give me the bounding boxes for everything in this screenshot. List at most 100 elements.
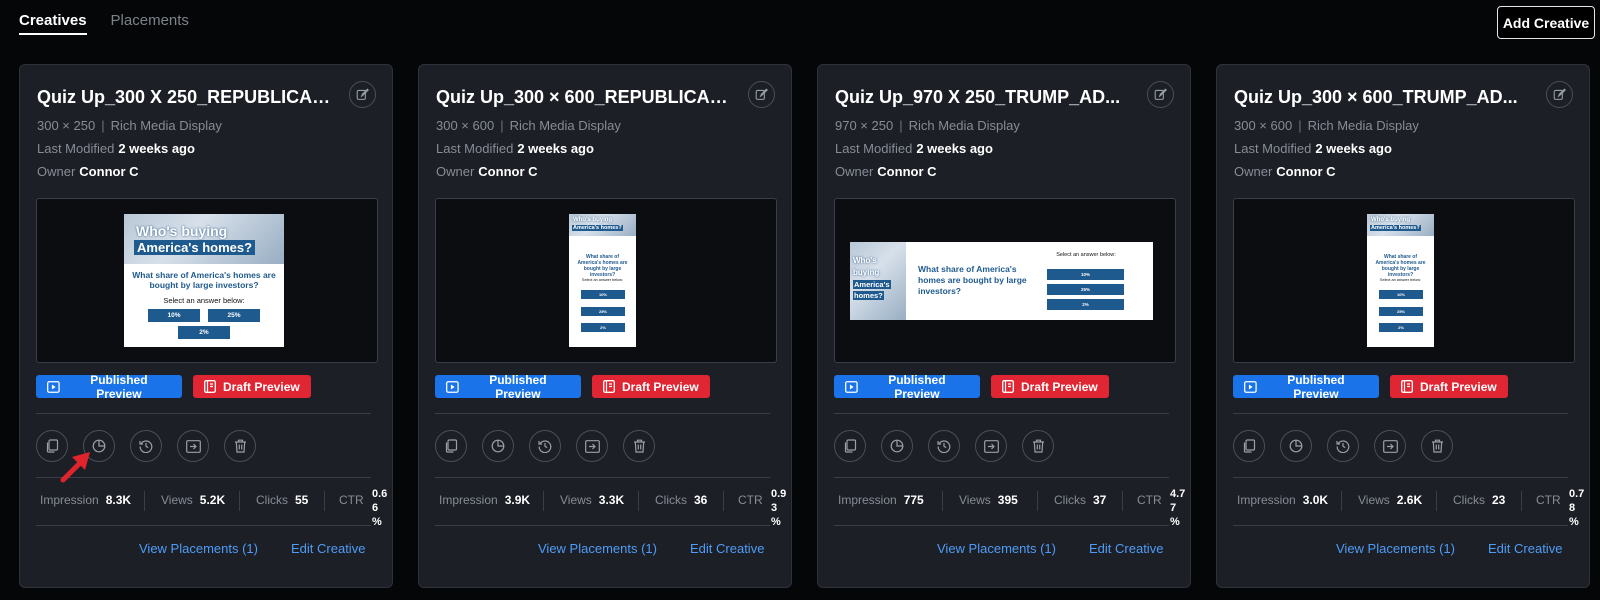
- stat-separator: [239, 491, 240, 511]
- delete-button[interactable]: [1421, 430, 1453, 462]
- tab-creatives[interactable]: Creatives: [19, 12, 87, 35]
- owner: Owner Connor C: [37, 164, 139, 179]
- ad-answer-option: 2%: [581, 323, 625, 332]
- ad-answer-option: 25%: [1047, 284, 1124, 295]
- export-icon: [584, 439, 600, 453]
- ctr-label: CTR: [339, 493, 364, 507]
- play-icon: [845, 380, 858, 393]
- impression-stat: Impression 775: [838, 493, 924, 507]
- impression-value: 775: [903, 493, 924, 507]
- export-button[interactable]: [177, 430, 209, 462]
- play-icon: [47, 380, 60, 393]
- draft-preview-button[interactable]: Draft Preview: [193, 375, 311, 398]
- draft-preview-button[interactable]: Draft Preview: [991, 375, 1109, 398]
- export-icon: [1382, 439, 1398, 453]
- last-modified: Last Modified 2 weeks ago: [436, 141, 594, 156]
- creative-card: Quiz Up_300 X 250_REPUBLICANS 300 × 250 |…: [19, 64, 393, 588]
- creative-thumbnail[interactable]: Who's buying America's homes? What share o…: [435, 198, 777, 363]
- history-button[interactable]: [928, 430, 960, 462]
- impression-stat: Impression 8.3K: [40, 493, 131, 507]
- published-preview-button[interactable]: Published Preview: [36, 373, 182, 401]
- history-button[interactable]: [130, 430, 162, 462]
- edit-creative-link[interactable]: Edit Creative: [1089, 541, 1163, 556]
- view-placements-link[interactable]: View Placements (1): [139, 541, 258, 556]
- preview-buttons: Published Preview Draft Preview: [435, 373, 710, 401]
- ad-headline-2: America's homes?: [1370, 225, 1421, 231]
- creative-card: Quiz Up_970 X 250_TRUMP_AD... 970 × 250 |…: [817, 64, 1191, 588]
- delete-button[interactable]: [623, 430, 655, 462]
- owner-label: Owner: [436, 164, 475, 179]
- stat-separator: [1341, 491, 1342, 511]
- creative-thumbnail[interactable]: Who's buying America's homes? What share o…: [1233, 198, 1575, 363]
- ctr-value: 0.93 %: [771, 488, 787, 528]
- edit-title-button[interactable]: [1147, 81, 1174, 108]
- ctr-value: 0.78 %: [1569, 488, 1585, 528]
- analytics-button[interactable]: [881, 430, 913, 462]
- meta-separator: |: [1298, 118, 1302, 133]
- last-modified: Last Modified 2 weeks ago: [37, 141, 195, 156]
- add-creative-button[interactable]: Add Creative: [1497, 6, 1595, 39]
- duplicate-button[interactable]: [1233, 430, 1265, 462]
- ad-headline-2: buying: [853, 268, 880, 277]
- stat-separator: [638, 491, 639, 511]
- divider: [1233, 525, 1568, 526]
- draft-preview-button[interactable]: Draft Preview: [592, 375, 710, 398]
- edit-title-button[interactable]: [1546, 81, 1573, 108]
- history-button[interactable]: [529, 430, 561, 462]
- published-preview-button[interactable]: Published Preview: [435, 373, 581, 401]
- history-icon: [1336, 440, 1350, 453]
- export-icon: [983, 439, 999, 453]
- divider: [36, 413, 371, 414]
- tab-bar: Creatives Placements: [19, 12, 189, 35]
- edit-title-button[interactable]: [349, 81, 376, 108]
- tab-placements[interactable]: Placements: [111, 12, 189, 35]
- stat-separator: [324, 491, 325, 511]
- view-placements-link[interactable]: View Placements (1): [1336, 541, 1455, 556]
- analytics-button[interactable]: [1280, 430, 1312, 462]
- creative-thumbnail[interactable]: Who's buying America's homes? What share of …: [834, 198, 1176, 363]
- analytics-icon: [1289, 439, 1303, 453]
- ad-select-prompt: Select an answer below:: [163, 296, 245, 305]
- export-button[interactable]: [1374, 430, 1406, 462]
- views-label: Views: [1358, 493, 1390, 507]
- analytics-button[interactable]: [482, 430, 514, 462]
- ad-headline-1: Who's buying: [136, 223, 228, 239]
- view-placements-link[interactable]: View Placements (1): [538, 541, 657, 556]
- edit-title-button[interactable]: [748, 81, 775, 108]
- ctr-label: CTR: [738, 493, 763, 507]
- stats-row: Impression 775 Views 395 Clicks 37 CTR 4.77…: [838, 488, 1185, 528]
- clicks-stat: Clicks 37: [1054, 493, 1106, 507]
- published-preview-button[interactable]: Published Preview: [834, 373, 980, 401]
- history-button[interactable]: [1327, 430, 1359, 462]
- edit-creative-link[interactable]: Edit Creative: [291, 541, 365, 556]
- clicks-stat: Clicks 36: [655, 493, 707, 507]
- export-button[interactable]: [975, 430, 1007, 462]
- edit-creative-link[interactable]: Edit Creative: [1488, 541, 1562, 556]
- ctr-label: CTR: [1137, 493, 1162, 507]
- delete-button[interactable]: [224, 430, 256, 462]
- clicks-label: Clicks: [655, 493, 687, 507]
- export-button[interactable]: [576, 430, 608, 462]
- owner-value: Connor C: [877, 164, 937, 179]
- draft-icon: [603, 380, 615, 393]
- edit-creative-link[interactable]: Edit Creative: [690, 541, 764, 556]
- published-preview-button[interactable]: Published Preview: [1233, 373, 1379, 401]
- draft-icon: [1002, 380, 1014, 393]
- duplicate-button[interactable]: [834, 430, 866, 462]
- creative-thumbnail[interactable]: Who's buying America's homes? What share o…: [36, 198, 378, 363]
- preview-buttons: Published Preview Draft Preview: [1233, 373, 1508, 401]
- draft-preview-button[interactable]: Draft Preview: [1390, 375, 1508, 398]
- ad-answer-option: 25%: [1379, 307, 1423, 316]
- last-modified-label: Last Modified: [1234, 141, 1312, 156]
- ad-select-prompt: Select an answer below:: [1379, 278, 1422, 282]
- views-stat: Views 5.2K: [161, 493, 225, 507]
- ctr-label: CTR: [1536, 493, 1561, 507]
- delete-button[interactable]: [1022, 430, 1054, 462]
- view-placements-link[interactable]: View Placements (1): [937, 541, 1056, 556]
- owner-value: Connor C: [79, 164, 139, 179]
- duplicate-button[interactable]: [435, 430, 467, 462]
- creative-type: Rich Media Display: [908, 118, 1020, 133]
- ctr-stat: CTR: [1137, 493, 1162, 507]
- card-actions: [435, 430, 655, 462]
- ctr-stat: CTR: [1536, 493, 1561, 507]
